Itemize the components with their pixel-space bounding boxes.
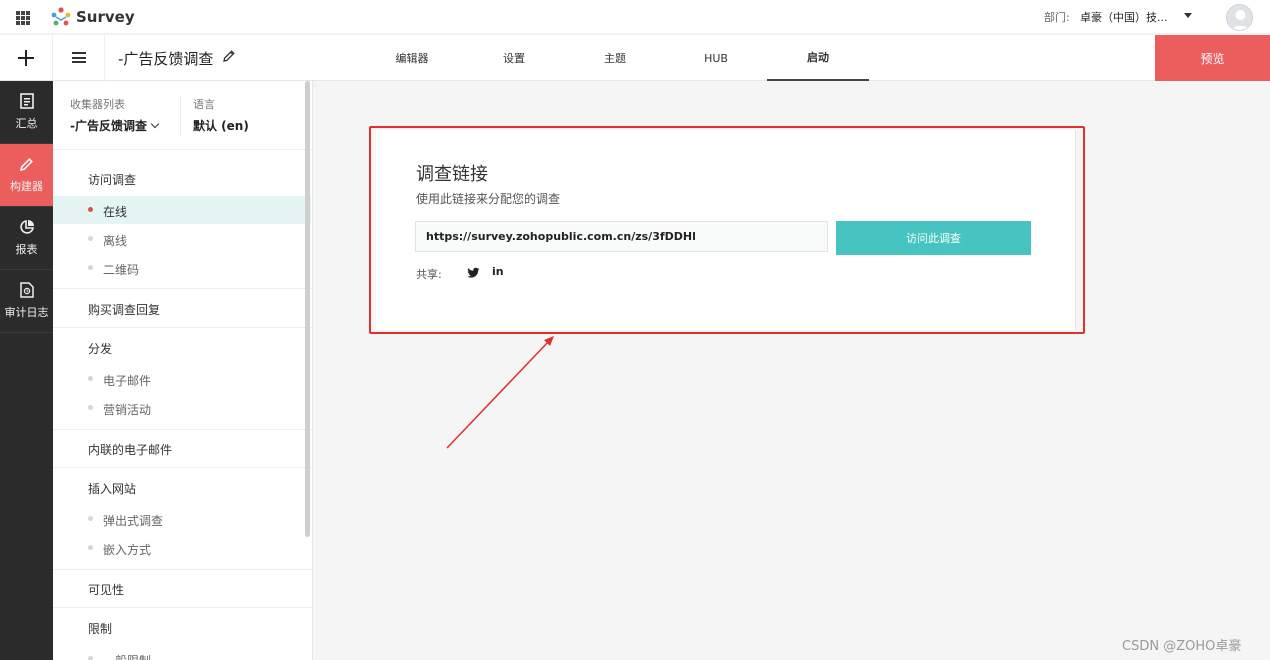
divider [180,95,181,137]
rail-label: 审计日志 [4,306,49,319]
rail-item-audit-log[interactable]: 审计日志 [0,270,53,333]
app-name: Survey [76,8,135,26]
rail-item-builder[interactable]: 构建器 [0,144,53,207]
rail-label: 构建器 [10,179,43,193]
nav-item-popup-survey[interactable]: 弹出式调查 [103,512,163,529]
audit-log-icon [19,282,34,298]
pie-chart-icon [19,220,34,234]
create-button[interactable] [0,35,53,81]
active-dot-icon [88,207,93,212]
summary-icon [19,93,34,109]
section-visibility[interactable]: 可见性 [88,581,124,598]
section-purchase-responses[interactable]: 购买调查回复 [88,301,160,318]
divider [53,607,312,608]
collector-panel: 收集器列表 -广告反馈调查 语言 默认 (en) 访问调查 在线 离线 二维码 … [53,81,313,660]
language-label: 语言 [193,98,215,111]
nav-item-offline[interactable]: 离线 [103,232,127,249]
divider [53,569,312,570]
collector-list-label: 收集器列表 [70,98,125,111]
language-value[interactable]: 默认 (en) [193,117,249,134]
divider [53,149,312,150]
left-rail: 汇总 构建器 报表 审计日志 [0,81,53,660]
nav-item-qr-code[interactable]: 二维码 [103,261,139,278]
nav-item-embed-method[interactable]: 嵌入方式 [103,541,151,558]
preview-button[interactable]: 预览 [1155,35,1270,81]
tab-label: 设置 [503,52,525,65]
menu-button[interactable] [53,35,105,81]
app-grid-icon[interactable] [16,11,30,25]
divider [53,288,312,289]
divider [53,467,312,468]
department-selector[interactable]: 卓豪（中国）技... [1080,9,1168,25]
section-distribute[interactable]: 分发 [88,340,112,357]
preview-label: 预览 [1200,51,1225,66]
bullet-icon [88,516,93,521]
watermark: CSDN @ZOHO卓豪 [1122,639,1242,654]
collector-dropdown[interactable]: -广告反馈调查 [70,117,160,134]
annotation-highlight-box [369,126,1085,334]
avatar[interactable] [1226,4,1253,31]
survey-toolbar: -广告反馈调查 编辑器 设置 主题 HUB 启动 预览 [0,35,1270,81]
nav-item-online[interactable]: 在线 [103,203,127,220]
pencil-icon [19,157,33,171]
section-visit-survey[interactable]: 访问调查 [88,171,136,188]
tab-label: 主题 [604,52,626,65]
edit-title-icon[interactable] [222,49,236,63]
section-inline-email[interactable]: 内联的电子邮件 [88,441,172,458]
tab-theme[interactable]: 主题 [581,35,649,81]
survey-title: -广告反馈调查 [118,50,214,68]
rail-label: 报表 [15,243,38,256]
tab-editor[interactable]: 编辑器 [378,35,446,81]
section-embed-website[interactable]: 插入网站 [88,480,136,497]
tab-hub[interactable]: HUB [682,35,750,81]
user-icon [1230,10,1251,30]
caret-down-icon[interactable] [1184,13,1192,18]
tab-label: HUB [704,51,728,65]
tab-label: 编辑器 [395,52,429,65]
tab-label: 启动 [807,51,829,64]
department-label: 部门: [1044,11,1070,24]
collector-name: -广告反馈调查 [70,119,147,133]
divider [53,429,312,430]
rail-label: 汇总 [15,117,38,130]
plus-icon [18,50,34,66]
section-limits[interactable]: 限制 [88,620,112,637]
divider [53,327,312,328]
rail-item-summary[interactable]: 汇总 [0,81,53,144]
bullet-icon [88,405,93,410]
bullet-icon [88,545,93,550]
bullet-icon [88,376,93,381]
tab-settings[interactable]: 设置 [480,35,548,81]
nav-item-email[interactable]: 电子邮件 [103,372,151,389]
app-logo[interactable]: Survey [50,5,135,29]
annotation-arrow-icon [446,336,554,449]
survey-logo-icon [51,7,71,26]
bullet-icon [88,236,93,241]
top-header: Survey 部门: 卓豪（中国）技... [0,0,1270,34]
nav-item-campaign[interactable]: 营销活动 [103,401,151,418]
nav-item-general-limits[interactable]: 一般限制 [103,652,151,660]
rail-item-reports[interactable]: 报表 [0,207,53,270]
chevron-down-icon [150,119,160,129]
bullet-icon [88,265,93,270]
hamburger-icon [72,52,86,63]
panel-scrollbar[interactable] [305,81,310,537]
tab-launch[interactable]: 启动 [767,35,869,81]
bullet-icon [88,656,93,660]
